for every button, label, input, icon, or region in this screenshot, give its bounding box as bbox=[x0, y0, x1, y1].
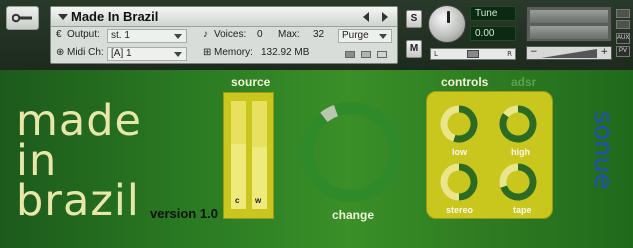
pan-left-label: L bbox=[434, 50, 438, 58]
tune-knob[interactable] bbox=[428, 5, 466, 43]
midi-icon: ⊕ bbox=[56, 47, 65, 58]
version-label: version 1.0 bbox=[150, 206, 218, 221]
output-up-button[interactable] bbox=[616, 9, 630, 18]
tune-label: Tune bbox=[470, 6, 516, 21]
voices-icon: ♪ bbox=[203, 29, 208, 40]
voices-label: Voices: bbox=[214, 29, 247, 40]
wrench-icon bbox=[11, 13, 32, 23]
instrument-header-panel: Made In Brazil € Output: st. 1 ♪ Voices:… bbox=[50, 6, 398, 64]
tune-value[interactable]: 0.00 bbox=[470, 26, 516, 41]
volume-ramp-icon bbox=[541, 49, 597, 58]
pan-right-label: R bbox=[507, 50, 512, 58]
instrument-title-row: Made In Brazil bbox=[51, 7, 397, 27]
knob-high-label: high bbox=[511, 147, 530, 157]
previous-instrument-icon[interactable] bbox=[363, 12, 369, 22]
purge-bar-1 bbox=[345, 51, 355, 58]
header-row-2: ⊕ Midi Ch: [A] 1 ⊞ Memory: 132.92 MB bbox=[51, 45, 397, 63]
change-ring-value-arc bbox=[320, 105, 339, 123]
purge-select[interactable]: Purge bbox=[338, 29, 392, 43]
memory-label: Memory: bbox=[214, 47, 253, 58]
source-panel: c w bbox=[223, 92, 274, 219]
source-label: source bbox=[231, 75, 271, 89]
midi-value: [A] 1 bbox=[111, 48, 132, 59]
output-label: Output: bbox=[67, 29, 100, 40]
volume-plus-icon: + bbox=[600, 47, 608, 57]
pan-slider[interactable]: L R bbox=[430, 48, 516, 60]
output-dropdown-icon bbox=[174, 34, 182, 39]
voices-value: 0 bbox=[257, 29, 263, 40]
knob-low-label: low bbox=[452, 147, 467, 157]
output-value: st. 1 bbox=[111, 30, 130, 41]
knob-low[interactable] bbox=[453, 105, 478, 143]
change-ring-knob[interactable] bbox=[296, 97, 406, 207]
aux-button[interactable]: AUX bbox=[616, 33, 630, 44]
volume-minus-icon: − bbox=[530, 47, 538, 57]
pan-thumb[interactable] bbox=[467, 50, 479, 58]
max-label: Max: bbox=[278, 29, 300, 40]
controls-panel: low high stereo tape bbox=[426, 91, 553, 219]
midi-label: Midi Ch: bbox=[67, 47, 104, 58]
source-c-label: c bbox=[235, 196, 240, 205]
purge-label: Purge bbox=[342, 30, 369, 41]
source-w-slider[interactable]: w bbox=[252, 101, 267, 209]
purge-dropdown-icon bbox=[379, 34, 387, 39]
output-down-button[interactable] bbox=[616, 20, 630, 29]
midi-channel-select[interactable]: [A] 1 bbox=[107, 47, 187, 61]
midi-dropdown-icon bbox=[174, 52, 182, 57]
meter-left-channel bbox=[530, 10, 608, 23]
output-select[interactable]: st. 1 bbox=[107, 29, 187, 43]
instrument-name[interactable]: Made In Brazil bbox=[71, 9, 158, 24]
purge-bar-2 bbox=[361, 51, 371, 58]
memory-icon: ⊞ bbox=[203, 47, 212, 58]
solo-button[interactable]: S bbox=[406, 10, 422, 28]
mute-button[interactable]: M bbox=[406, 40, 422, 58]
instrument-window: Made In Brazil € Output: st. 1 ♪ Voices:… bbox=[0, 0, 633, 248]
knob-stereo-label: stereo bbox=[446, 205, 474, 215]
pv-button[interactable]: PV bbox=[616, 46, 630, 57]
adsr-tab[interactable]: adsr bbox=[511, 75, 536, 89]
volume-slider[interactable]: − + bbox=[526, 46, 612, 60]
tune-knob-pointer bbox=[447, 11, 450, 23]
sonue-logo: sonue bbox=[588, 111, 610, 189]
purge-bar-3 bbox=[377, 51, 387, 58]
brand-name: sonue bbox=[588, 111, 610, 189]
header-row-1: € Output: st. 1 ♪ Voices: 0 Max: 32 Purg… bbox=[51, 27, 397, 45]
settings-wrench-button[interactable] bbox=[6, 6, 39, 30]
knob-tape-label: tape bbox=[513, 205, 532, 215]
source-c-slider[interactable]: c bbox=[231, 101, 246, 209]
output-icon: € bbox=[56, 29, 62, 40]
collapse-arrow-icon[interactable] bbox=[58, 14, 68, 20]
controls-knobs bbox=[440, 105, 537, 201]
source-w-label: w bbox=[255, 196, 262, 205]
meter-right-channel bbox=[530, 26, 608, 39]
controls-tab[interactable]: controls bbox=[441, 75, 488, 89]
title-line-3: brazil bbox=[16, 176, 140, 226]
change-ring-track bbox=[301, 102, 401, 202]
knob-stereo[interactable] bbox=[458, 163, 478, 201]
memory-value: 132.92 MB bbox=[261, 47, 310, 58]
max-voices-value[interactable]: 32 bbox=[313, 29, 324, 40]
level-meter bbox=[526, 6, 612, 42]
next-instrument-icon[interactable] bbox=[382, 12, 388, 22]
change-label: change bbox=[332, 208, 375, 222]
